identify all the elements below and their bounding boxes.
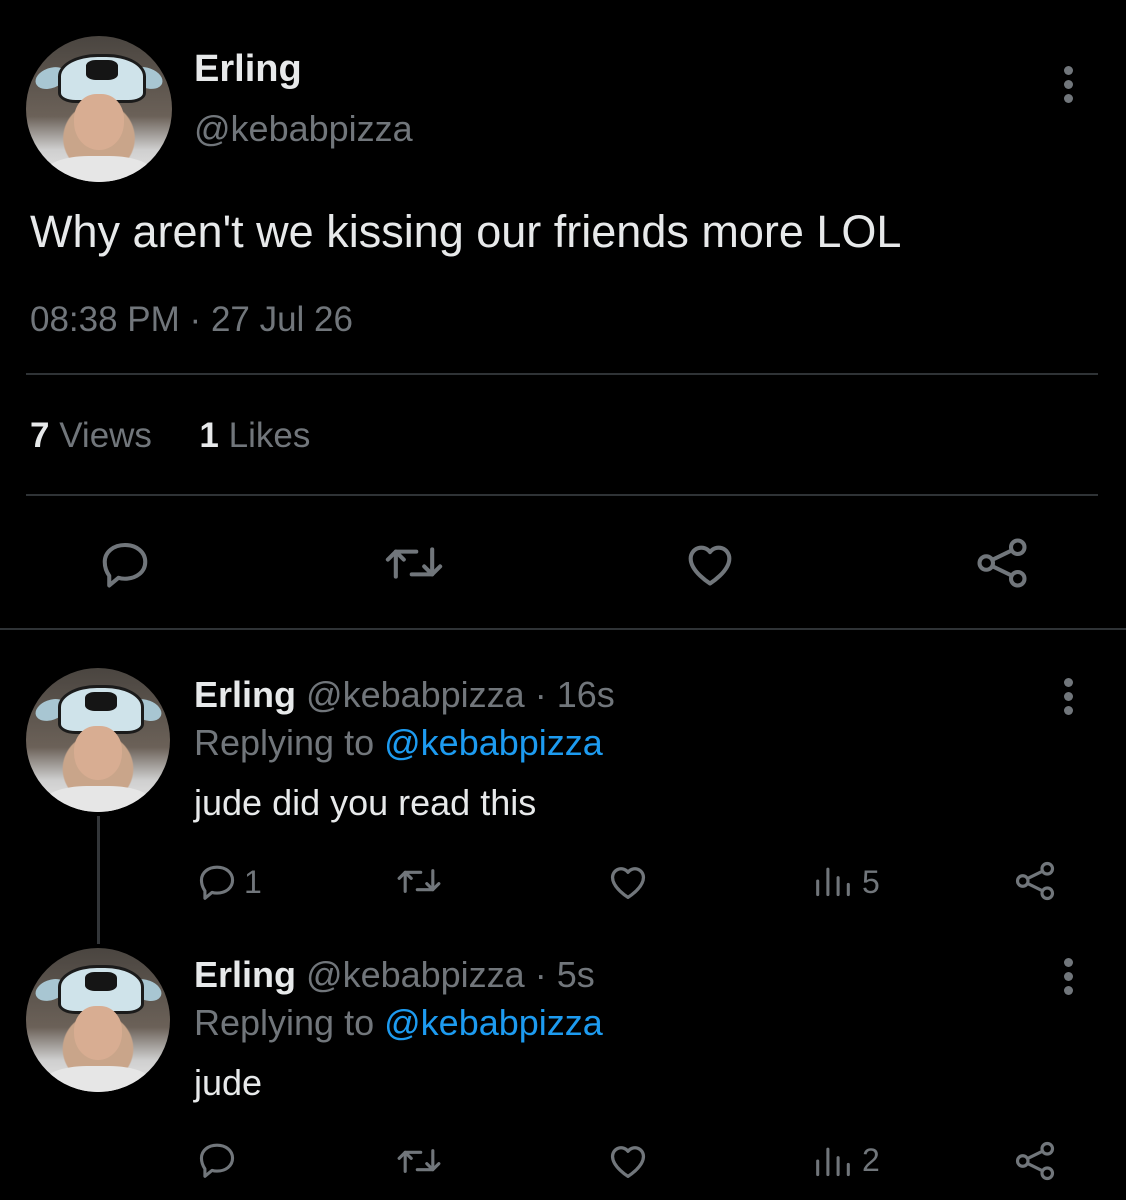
separator: ·	[189, 300, 202, 339]
user-handle[interactable]: @kebabpizza	[306, 674, 525, 715]
avatar[interactable]	[26, 668, 170, 812]
share-icon[interactable]	[974, 536, 1030, 590]
display-name[interactable]: Erling	[194, 954, 296, 995]
tweet-timestamp: 08:38 PM · 27 Jul 26	[30, 300, 353, 340]
tweet-age: · 16s	[534, 674, 615, 715]
reply-icon[interactable]	[196, 1140, 238, 1178]
display-name[interactable]: Erling	[194, 674, 296, 715]
avatar[interactable]	[26, 36, 172, 182]
thread-line	[97, 816, 100, 944]
replying-prefix: Replying to	[194, 1002, 375, 1043]
views-count: 7	[30, 416, 50, 455]
views-chart-icon[interactable]	[814, 1144, 852, 1178]
likes-label[interactable]: Likes	[229, 416, 311, 455]
tweet-time: 08:38 PM	[30, 300, 180, 339]
reply-count: 1	[244, 864, 262, 900]
views-chart-icon[interactable]	[814, 864, 852, 898]
tweet-date: 27 Jul 26	[210, 300, 353, 339]
tweet-age: · 5s	[534, 954, 595, 995]
share-icon[interactable]	[1014, 1140, 1056, 1182]
divider	[0, 628, 1126, 630]
views-count: 5	[862, 864, 880, 900]
user-handle[interactable]: @kebabpizza	[194, 108, 413, 150]
more-dots-icon[interactable]	[1062, 678, 1074, 720]
tweet-stats: 7 Views 1 Likes	[30, 416, 310, 456]
replying-prefix: Replying to	[194, 722, 375, 763]
replying-handle-link[interactable]: @kebabpizza	[384, 1002, 603, 1043]
views-label[interactable]: Views	[59, 416, 152, 455]
tweet-text: jude	[194, 1062, 263, 1103]
tweet-text: jude did you read this	[194, 782, 537, 823]
avatar[interactable]	[26, 948, 170, 1092]
replying-to: Replying to @kebabpizza	[194, 1002, 603, 1044]
reply-header: Erling @kebabpizza · 16s	[194, 674, 615, 716]
reply-icon[interactable]	[98, 538, 152, 588]
more-dots-icon[interactable]	[1062, 66, 1074, 108]
retweet-icon[interactable]	[396, 862, 442, 900]
user-handle[interactable]: @kebabpizza	[306, 954, 525, 995]
more-dots-icon[interactable]	[1062, 958, 1074, 1000]
reply-icon[interactable]	[196, 862, 238, 900]
views-count: 2	[862, 1142, 880, 1178]
reply-header: Erling @kebabpizza · 5s	[194, 954, 595, 996]
replying-to: Replying to @kebabpizza	[194, 722, 603, 764]
retweet-icon[interactable]	[384, 538, 444, 588]
share-icon[interactable]	[1014, 860, 1056, 902]
divider	[26, 373, 1098, 375]
likes-count: 1	[199, 416, 219, 455]
retweet-icon[interactable]	[396, 1142, 442, 1180]
display-name[interactable]: Erling	[194, 48, 302, 91]
divider	[26, 494, 1098, 496]
tweet-text: Why aren't we kissing our friends more L…	[30, 206, 902, 257]
heart-icon[interactable]	[682, 538, 738, 588]
replying-handle-link[interactable]: @kebabpizza	[384, 722, 603, 763]
heart-icon[interactable]	[606, 861, 650, 901]
heart-icon[interactable]	[606, 1140, 650, 1180]
